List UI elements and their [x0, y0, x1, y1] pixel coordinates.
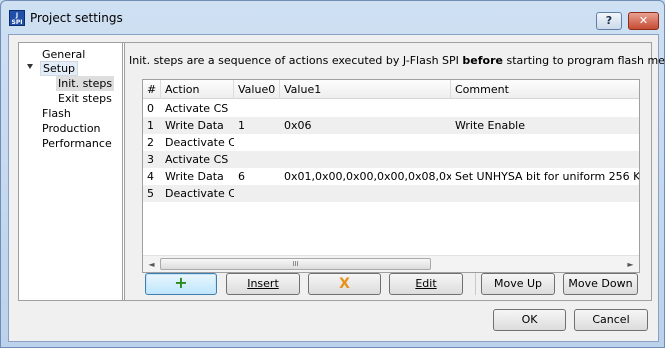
- row-value1: [280, 134, 451, 151]
- table-row[interactable]: 0 Activate CS: [143, 100, 639, 117]
- tree-item-init-steps[interactable]: Init. steps: [56, 76, 115, 91]
- row-value0: [234, 100, 280, 117]
- scroll-left-icon[interactable]: ◄: [143, 256, 160, 273]
- scrollbar-thumb[interactable]: III: [160, 258, 431, 270]
- steps-grid[interactable]: # Action Value0 Value1 Comment 0 Activat…: [142, 79, 640, 273]
- table-row[interactable]: 4 Write Data 6 0x01,0x00,0x00,0x00,0x08,…: [143, 168, 639, 185]
- tree-item-setup[interactable]: Setup: [40, 61, 79, 76]
- button-separator: [475, 273, 476, 295]
- row-value1: [280, 185, 451, 202]
- row-number: 4: [147, 170, 154, 183]
- column-header-number[interactable]: #: [143, 80, 161, 99]
- delete-step-button[interactable]: X: [308, 273, 381, 295]
- row-value1: [280, 100, 451, 117]
- tree-item-general[interactable]: General: [42, 47, 85, 62]
- tree-item-performance[interactable]: Performance: [42, 136, 112, 151]
- row-number: 2: [147, 136, 154, 149]
- row-value0: 6: [238, 170, 245, 183]
- title-bar[interactable]: J SPI Project settings ? ✕: [1, 1, 664, 31]
- row-value0: [234, 185, 280, 202]
- grid-header: # Action Value0 Value1 Comment: [143, 80, 639, 99]
- row-action: Deactivate CS: [165, 136, 234, 149]
- row-value0: 1: [238, 119, 245, 132]
- init-steps-panel: Init. steps are a sequence of actions ex…: [122, 42, 665, 301]
- settings-tree: General Setup Init. steps Exit steps Fla…: [18, 42, 125, 301]
- row-number: 3: [147, 153, 154, 166]
- edit-button[interactable]: Edit: [389, 273, 463, 295]
- row-value1: [280, 151, 451, 168]
- row-value0: [234, 134, 280, 151]
- row-action: Write Data: [165, 119, 224, 132]
- scroll-right-icon[interactable]: ►: [622, 256, 639, 273]
- delete-x-icon: X: [339, 276, 350, 292]
- window-title: Project settings: [30, 11, 123, 25]
- row-number: 1: [147, 119, 154, 132]
- ok-button[interactable]: OK: [493, 309, 566, 331]
- project-settings-window: J SPI Project settings ? ✕ General Setup …: [0, 0, 665, 348]
- dialog-client-area: General Setup Init. steps Exit steps Fla…: [8, 34, 665, 342]
- table-row[interactable]: 2 Deactivate CS: [143, 134, 639, 151]
- horizontal-scrollbar[interactable]: ◄ III ►: [143, 255, 639, 272]
- row-value1: 0x01,0x00,0x00,0x00,0x08,0x00: [284, 170, 451, 183]
- row-action: Deactivate CS: [165, 187, 234, 200]
- plus-icon: +: [174, 273, 188, 292]
- row-action: Activate CS: [165, 102, 229, 115]
- move-up-button[interactable]: Move Up: [481, 273, 555, 295]
- row-number: 0: [147, 102, 154, 115]
- column-header-action[interactable]: Action: [161, 80, 234, 99]
- add-step-button[interactable]: +: [145, 273, 217, 295]
- row-comment: [451, 134, 639, 151]
- table-row[interactable]: 5 Deactivate CS: [143, 185, 639, 202]
- row-comment: Set UNHYSA bit for uniform 256 KB sec: [455, 170, 639, 183]
- row-value1: 0x06: [284, 119, 312, 132]
- row-action: Write Data: [165, 170, 224, 183]
- row-action: Activate CS: [165, 153, 229, 166]
- move-down-button[interactable]: Move Down: [563, 273, 638, 295]
- insert-button[interactable]: Insert: [226, 273, 300, 295]
- table-row[interactable]: 3 Activate CS: [143, 151, 639, 168]
- table-row[interactable]: 1 Write Data 1 0x06 Write Enable: [143, 117, 639, 134]
- column-header-value1[interactable]: Value1: [280, 80, 451, 99]
- tree-item-production[interactable]: Production: [42, 121, 101, 136]
- row-comment: [451, 100, 639, 117]
- row-comment: Write Enable: [455, 119, 526, 132]
- help-button[interactable]: ?: [596, 12, 622, 30]
- column-header-value0[interactable]: Value0: [234, 80, 280, 99]
- jflash-spi-app-icon: J SPI: [9, 10, 25, 26]
- column-header-comment[interactable]: Comment: [451, 80, 639, 99]
- row-value0: [234, 151, 280, 168]
- expand-arrow-icon[interactable]: [27, 64, 33, 69]
- row-comment: [451, 185, 639, 202]
- cancel-button[interactable]: Cancel: [574, 309, 648, 331]
- row-number: 5: [147, 187, 154, 200]
- tree-item-flash[interactable]: Flash: [42, 106, 71, 121]
- close-button[interactable]: ✕: [628, 12, 659, 30]
- panel-description: Init. steps are a sequence of actions ex…: [129, 54, 665, 67]
- row-comment: [451, 151, 639, 168]
- tree-item-exit-steps[interactable]: Exit steps: [58, 91, 112, 106]
